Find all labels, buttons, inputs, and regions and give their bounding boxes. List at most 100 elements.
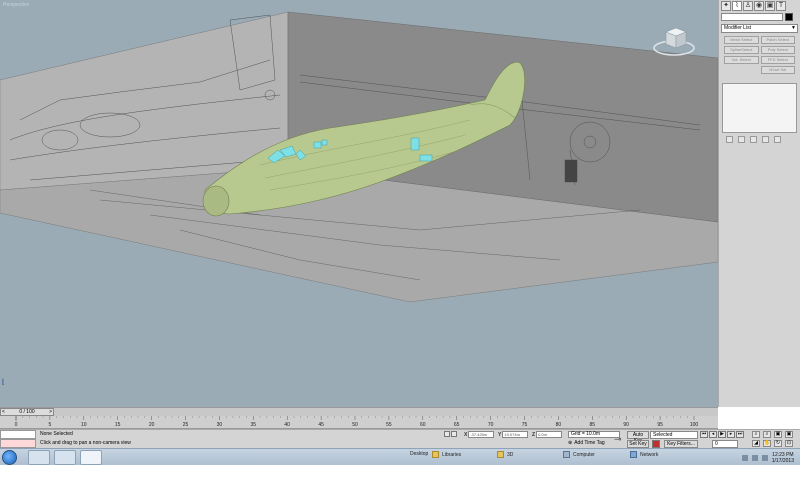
z-coordinate-field[interactable]: 0.0m	[536, 431, 563, 438]
key-filters-button[interactable]: Key Filters...	[664, 440, 698, 448]
y-label: Y	[498, 431, 502, 438]
time-tag-icon: ⊕	[568, 440, 573, 446]
taskbar-desktop[interactable]: Desktop	[410, 451, 428, 457]
modifier-sets-grid: Mesh Select Patch Select SplineSelect Po…	[719, 33, 800, 77]
clock-date: 1/17/2013	[771, 457, 794, 464]
track-tick-label: 70	[488, 422, 494, 428]
modifier-list-label: Modifier List	[724, 25, 751, 31]
playback-controls: ⏮ ◂ ▶ ▸ ⏭	[700, 431, 744, 438]
track-tick-label: 30	[217, 422, 223, 428]
track-tick-label: 15	[115, 422, 121, 428]
next-key-icon[interactable]: ▸	[727, 431, 735, 438]
object-color-swatch[interactable]	[785, 13, 793, 21]
track-tick-label: 20	[149, 422, 155, 428]
network-icon	[630, 451, 637, 458]
pan-icon[interactable]: ✋	[763, 440, 771, 447]
lock-icon[interactable]	[444, 431, 450, 437]
viewcube[interactable]	[652, 22, 696, 58]
taskbar-ie-icon[interactable]	[54, 450, 76, 465]
previous-key-icon[interactable]: ◂	[709, 431, 717, 438]
tray-flag-icon[interactable]	[741, 454, 748, 461]
hierarchy-tab-icon[interactable]: ♙	[743, 1, 753, 11]
mesh-select-button[interactable]: Mesh Select	[724, 36, 759, 44]
object-name-row	[719, 12, 800, 22]
taskbar-network[interactable]: Network	[630, 451, 658, 458]
make-unique-icon[interactable]	[750, 136, 757, 143]
vol-select-button[interactable]: Vol. Select	[724, 56, 759, 64]
add-time-tag-label: Add Time Tag	[574, 440, 605, 446]
command-panel: ✦ ⌇ ♙ ◉ ▣ T Modifier List ▼ Mesh Select …	[718, 0, 800, 407]
computer-icon	[563, 451, 570, 458]
add-time-tag[interactable]: ⊕ Add Time Tag	[568, 440, 605, 446]
folder-3d-label: 3D	[507, 451, 514, 458]
zoom-icon[interactable]: ⌕	[752, 431, 760, 438]
zoom-all-icon[interactable]: ⌕	[763, 431, 771, 438]
create-tab-icon[interactable]: ✦	[721, 1, 731, 11]
scene-3d[interactable]	[0, 0, 718, 407]
track-tick-label: 40	[284, 422, 290, 428]
utilities-tab-icon[interactable]: T	[776, 1, 786, 11]
taskbar-libraries[interactable]: Libraries	[432, 451, 461, 458]
x-coordinate-field[interactable]: -37.425m	[468, 431, 495, 438]
go-to-end-icon[interactable]: ⏭	[736, 431, 744, 438]
auto-key-button[interactable]: Auto Key	[627, 431, 649, 444]
selection-status: None Selected	[40, 431, 73, 437]
orbit-icon[interactable]: ↻	[774, 440, 782, 447]
motion-tab-icon[interactable]: ◉	[754, 1, 764, 11]
default-in-out-tangent-icon[interactable]	[652, 440, 660, 448]
stack-tools	[719, 133, 800, 146]
maxscript-input[interactable]	[0, 430, 36, 439]
play-icon[interactable]: ▶	[718, 431, 726, 438]
poly-select-button[interactable]: Poly Select	[760, 46, 795, 54]
show-end-result-icon[interactable]	[738, 136, 745, 143]
tray-network-icon[interactable]	[751, 454, 758, 461]
zoom-extents-icon[interactable]: ▣	[774, 431, 782, 438]
configure-sets-icon[interactable]	[774, 136, 781, 143]
modify-tab-icon[interactable]: ⌇	[732, 1, 742, 11]
maximize-viewport-icon[interactable]: ⊡	[785, 440, 793, 447]
viewport-navigation: ⌕ ⌕ ▣ ▣ ◢ ✋ ↻ ⊡	[752, 431, 798, 447]
spline-select-button[interactable]: SplineSelect	[724, 46, 759, 54]
key-set-dropdown[interactable]: Selected	[650, 431, 698, 439]
track-tick-label: 50	[352, 422, 358, 428]
taskbar-3dsmax-icon[interactable]	[80, 450, 102, 465]
absolute-mode-icon[interactable]	[451, 431, 457, 437]
taskbar-3d-folder[interactable]: 3D	[497, 451, 513, 458]
x-coord-group: X -37.425m	[464, 431, 495, 438]
remove-modifier-icon[interactable]	[762, 136, 769, 143]
go-to-start-icon[interactable]: ⏮	[700, 431, 708, 438]
start-button[interactable]	[2, 450, 17, 465]
tray-volume-icon[interactable]	[761, 454, 768, 461]
taskbar-explorer-icon[interactable]	[28, 450, 50, 465]
next-frame-icon[interactable]: >	[49, 409, 52, 415]
prev-frame-icon[interactable]: <	[2, 409, 5, 415]
track-tick-label: 60	[420, 422, 426, 428]
display-tab-icon[interactable]: ▣	[765, 1, 775, 11]
zoom-extents-all-icon[interactable]: ▣	[785, 431, 793, 438]
perspective-viewport[interactable]: Perspective ⌊	[0, 0, 718, 407]
patch-select-button[interactable]: Patch Select	[760, 36, 795, 44]
x-label: X	[464, 431, 468, 438]
clock[interactable]: 12:23 PM 1/17/2013	[772, 452, 794, 464]
maxscript-output[interactable]	[0, 439, 36, 448]
maxscript-listener[interactable]	[0, 430, 36, 449]
modifier-list-dropdown[interactable]: Modifier List ▼	[721, 24, 798, 33]
set-key-button[interactable]: Set Key	[627, 440, 649, 448]
track-tick-label: 65	[454, 422, 460, 428]
grid-readout: Grid = 10.0m	[568, 431, 620, 438]
time-slider-track[interactable]: < 0 / 100 >	[0, 407, 718, 416]
track-tick-label: 25	[183, 422, 189, 428]
windows-taskbar: Desktop Libraries 3D Computer Network 12…	[0, 448, 800, 465]
track-bar[interactable]: 0 5 10 15 20 25 30 35 40 45 50 55 60 65 70 75 80 85 90 95 10…	[0, 416, 718, 429]
current-frame-field[interactable]: 0	[712, 440, 738, 448]
time-slider[interactable]: < 0 / 100 >	[0, 408, 54, 416]
y-coordinate-field[interactable]: 19.074m	[502, 431, 529, 438]
taskbar-computer[interactable]: Computer	[563, 451, 595, 458]
field-of-view-icon[interactable]: ◢	[752, 440, 760, 447]
system-tray: 12:23 PM 1/17/2013	[741, 449, 800, 466]
object-name-field[interactable]	[721, 13, 783, 21]
modifier-stack[interactable]	[722, 83, 797, 133]
pin-stack-icon[interactable]	[726, 136, 733, 143]
ffd-select-button[interactable]: FFD Select	[760, 56, 795, 64]
nsurf-sel-button[interactable]: NSurf Sel	[760, 66, 795, 74]
